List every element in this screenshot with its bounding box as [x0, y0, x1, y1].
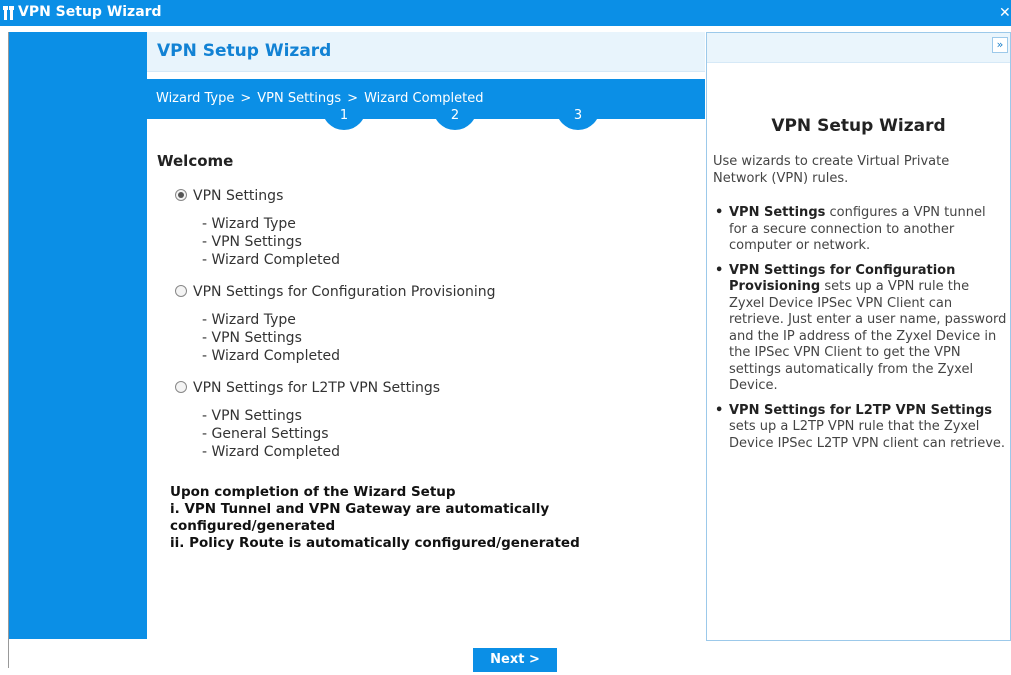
option-steps-list: - VPN Settings - General Settings - Wiza…: [202, 407, 340, 461]
list-item: - Wizard Completed: [202, 348, 341, 364]
list-item: - Wizard Type: [202, 312, 296, 328]
option-steps-list: - Wizard Type - VPN Settings - Wizard Co…: [202, 311, 340, 365]
close-icon[interactable]: ✕: [999, 5, 1011, 23]
chevron-right-icon: >: [347, 91, 359, 106]
help-intro: Use wizards to create Virtual Private Ne…: [713, 154, 950, 186]
radio-button-selected[interactable]: [175, 189, 187, 201]
step-label-3: Wizard Completed: [364, 91, 484, 106]
window-titlebar: VPN Setup Wizard ✕: [0, 0, 1011, 26]
option-label: VPN Settings for L2TP VPN Settings: [193, 380, 441, 396]
completion-notes: Upon completion of the Wizard Setup i. V…: [170, 484, 640, 552]
option-config-provisioning[interactable]: VPN Settings for Configuration Provision…: [175, 284, 496, 300]
left-sidebar-bar: [9, 32, 147, 639]
option-label: VPN Settings: [193, 188, 284, 204]
help-panel-header: »: [707, 33, 1010, 63]
list-item: - VPN Settings: [202, 408, 302, 424]
help-title: VPN Setup Wizard: [771, 116, 946, 136]
wizard-content: Welcome VPN Settings - Wizard Type - VPN…: [147, 126, 705, 639]
help-bullet: VPN Settings configures a VPN tunnel for…: [713, 205, 1007, 255]
help-bullet-term: VPN Settings for L2TP VPN Settings: [729, 402, 993, 418]
radio-button[interactable]: [175, 285, 187, 297]
chevron-right-icon: >: [240, 91, 252, 106]
step-labels: Wizard Type > VPN Settings > Wizard Complete…: [156, 91, 483, 106]
wizard-steps-bar: Wizard Type > VPN Settings > Wizard Complete…: [147, 79, 705, 119]
window-title: VPN Setup Wizard: [18, 4, 162, 20]
list-item: - VPN Settings: [202, 234, 302, 250]
help-bullet: VPN Settings for L2TP VPN Settings sets …: [713, 403, 1007, 453]
step-label-1: Wizard Type: [156, 91, 235, 106]
next-button[interactable]: Next >: [473, 648, 557, 672]
collapse-panel-icon[interactable]: »: [992, 37, 1008, 53]
completion-note: i. VPN Tunnel and VPN Gateway are automa…: [170, 501, 550, 534]
option-vpn-settings[interactable]: VPN Settings: [175, 188, 283, 204]
help-bullet-text: sets up a VPN rule the Zyxel Device IPSe…: [729, 279, 1007, 393]
completion-note: ii. Policy Route is automatically config…: [170, 535, 580, 551]
help-panel: » VPN Setup Wizard Use wizards to create…: [706, 32, 1011, 641]
list-item: - General Settings: [202, 426, 329, 442]
list-item: - Wizard Type: [202, 216, 296, 232]
help-bullet: VPN Settings for Configuration Provision…: [713, 263, 1007, 395]
welcome-heading: Welcome: [157, 152, 234, 170]
wizard-header: VPN Setup Wizard: [147, 32, 705, 72]
help-bullet-text: sets up a L2TP VPN rule that the Zyxel D…: [729, 419, 1006, 451]
option-l2tp-vpn[interactable]: VPN Settings for L2TP VPN Settings: [175, 380, 440, 396]
wizard-wand-icon: [3, 6, 14, 20]
help-bullet-list: VPN Settings configures a VPN tunnel for…: [713, 205, 1007, 460]
list-item: - Wizard Completed: [202, 252, 341, 268]
step-label-2: VPN Settings: [257, 91, 342, 106]
option-steps-list: - Wizard Type - VPN Settings - Wizard Co…: [202, 215, 340, 269]
help-bullet-term: VPN Settings: [729, 205, 826, 220]
radio-button[interactable]: [175, 381, 187, 393]
list-item: - VPN Settings: [202, 330, 302, 346]
page-title: VPN Setup Wizard: [157, 41, 332, 61]
completion-heading: Upon completion of the Wizard Setup: [170, 484, 456, 500]
option-label: VPN Settings for Configuration Provision…: [193, 284, 496, 300]
list-item: - Wizard Completed: [202, 444, 341, 460]
